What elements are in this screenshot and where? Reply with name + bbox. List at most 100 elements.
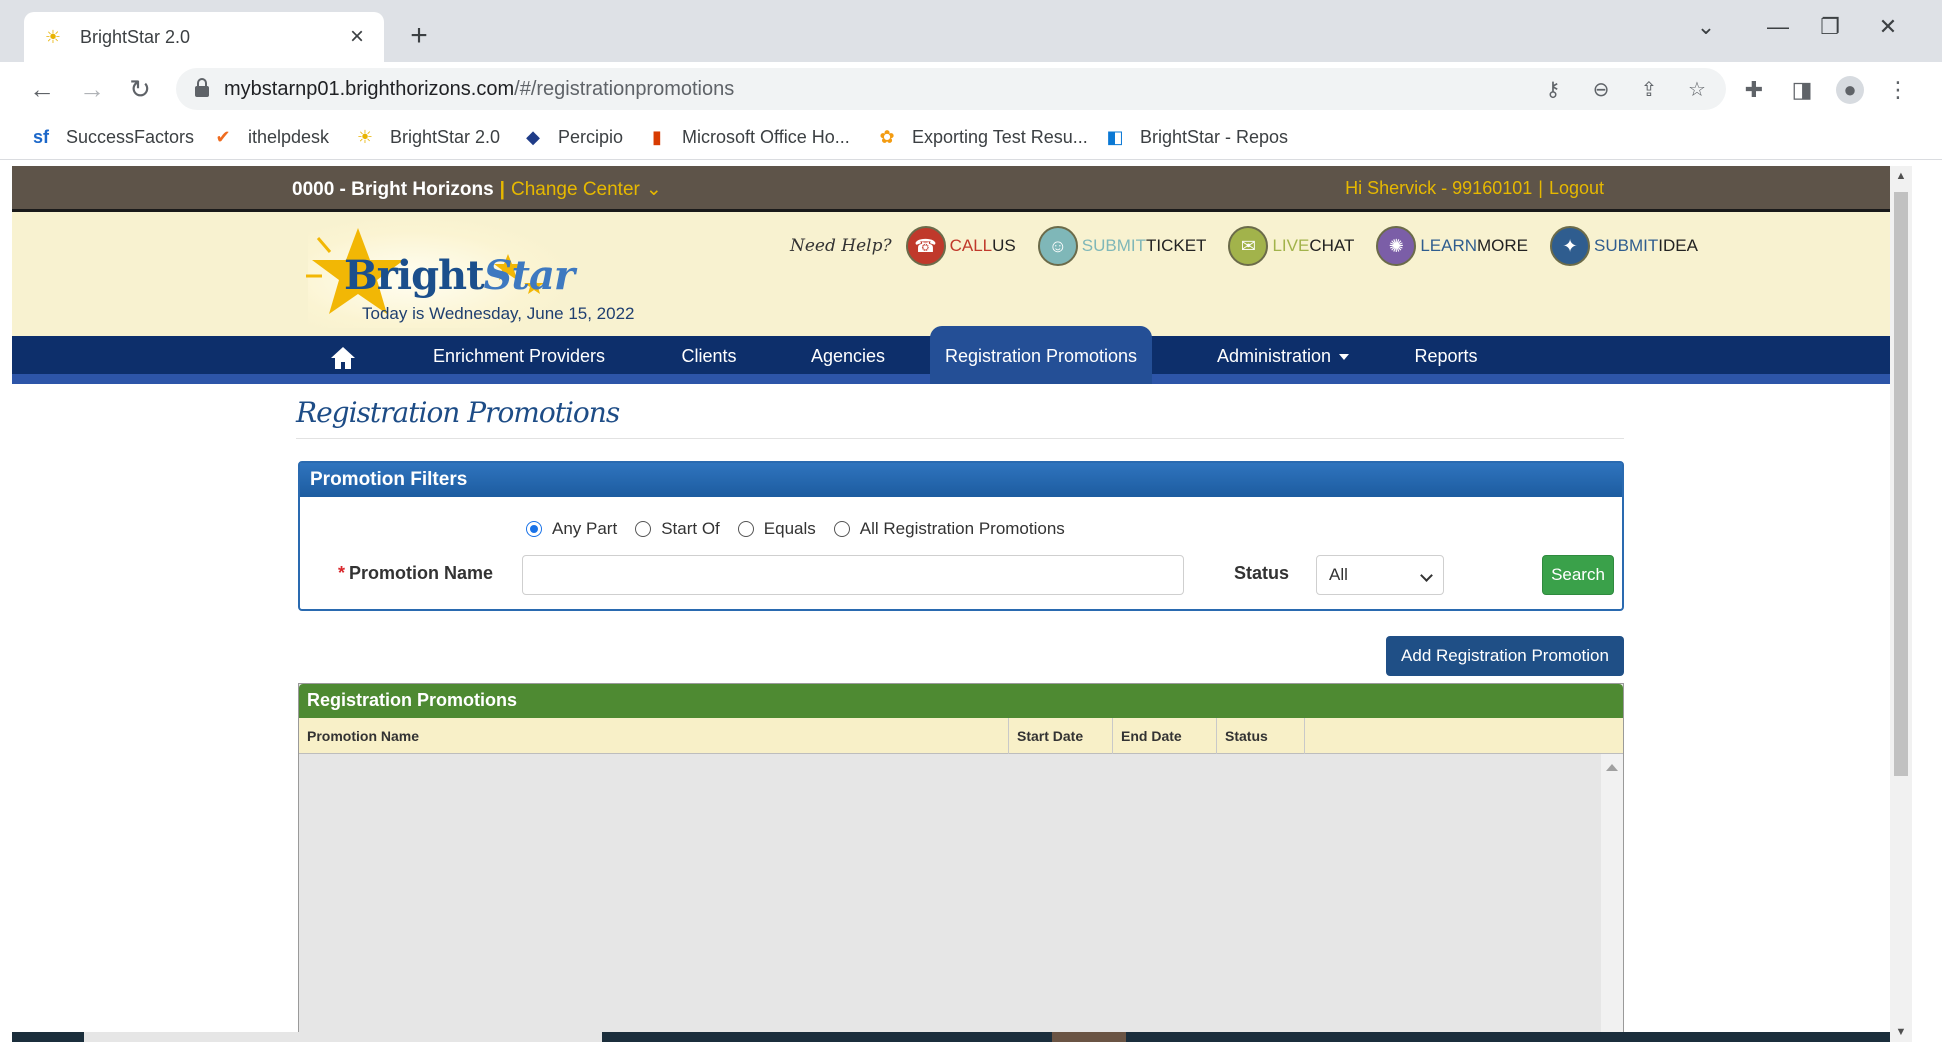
promotion-name-label: * Promotion Name xyxy=(338,563,494,583)
exporting-icon: ✿ xyxy=(879,127,895,147)
percipio-icon: ◆ xyxy=(526,127,540,147)
nav-agencies[interactable]: Agencies xyxy=(798,336,898,384)
address-bar[interactable]: mybstarnp01.brighthorizons.com/#/registr… xyxy=(176,68,1726,110)
menu-kebab-icon[interactable]: ⋮ xyxy=(1884,76,1912,104)
azure-repos-icon: ◧ xyxy=(1106,127,1124,147)
bookmark-brightstar[interactable]: ☀ BrightStar 2.0 xyxy=(354,126,500,148)
close-window-icon[interactable]: ✕ xyxy=(1868,14,1908,40)
chat-icon: ✉ xyxy=(1228,226,1269,266)
submit-idea-link[interactable]: ✦ SUBMIT IDEA xyxy=(1550,226,1698,266)
page-viewport: 0000 - Bright Horizons | Change Center ⌄ Hi… xyxy=(12,166,1912,1042)
person-icon: ☺ xyxy=(1037,226,1078,266)
successfactors-icon: sf xyxy=(32,127,49,147)
nav-reports[interactable]: Reports xyxy=(1406,336,1486,384)
scroll-down-icon[interactable]: ▼ xyxy=(1890,1022,1912,1042)
tab-title: BrightStar 2.0 xyxy=(80,26,191,47)
browser-toolbar: ← → ↻ mybstarnp01.brighthorizons.com/#/r… xyxy=(0,62,1942,116)
grid-header: Registration Promotions xyxy=(299,684,1623,718)
bookmark-percipio[interactable]: ◆ Percipio xyxy=(522,126,623,148)
col-end-date[interactable]: End Date xyxy=(1113,718,1217,754)
share-icon[interactable]: ⇪ xyxy=(1636,77,1662,103)
radio-start-of[interactable]: Start Of xyxy=(635,519,720,539)
col-start-date[interactable]: Start Date xyxy=(1009,718,1113,754)
logout-link[interactable]: Logout xyxy=(1549,178,1604,198)
title-divider xyxy=(296,438,1624,439)
extensions-icon[interactable]: ✚ xyxy=(1740,76,1768,104)
bookmarks-bar: sf SuccessFactors ✔ ithelpdesk ☀ BrightS… xyxy=(0,116,1942,160)
bookmark-star-icon[interactable]: ☆ xyxy=(1684,77,1710,103)
browser-tab[interactable]: ☀ BrightStar 2.0 × xyxy=(24,12,384,62)
zoom-out-icon[interactable]: ⊖ xyxy=(1588,77,1614,103)
bookmark-exporting[interactable]: ✿ Exporting Test Resu... xyxy=(876,126,1087,148)
nav-enrichment-providers[interactable]: Enrichment Providers xyxy=(424,336,614,384)
tab-search-icon[interactable]: ⌄ xyxy=(1686,14,1726,40)
live-chat-link[interactable]: ✉ LIVE CHAT xyxy=(1228,226,1354,266)
submit-ticket-link[interactable]: ☺ SUBMIT TICKET xyxy=(1037,226,1206,266)
radio-checked-icon xyxy=(526,521,542,537)
caret-down-icon xyxy=(1339,354,1350,361)
need-help-label: Need Help? xyxy=(790,236,892,256)
status-label: Status xyxy=(1234,563,1290,583)
col-actions xyxy=(1305,718,1367,754)
call-us-link[interactable]: ☎ CALL US xyxy=(905,226,1016,266)
radio-unchecked-icon xyxy=(737,521,754,537)
page-title: Registration Promotions xyxy=(296,396,620,429)
lock-icon xyxy=(195,78,209,97)
today-date: Today is Wednesday, June 15, 2022 xyxy=(362,304,635,323)
page-scrollbar[interactable]: ▲ ▼ xyxy=(1890,166,1912,1042)
chevron-down-icon[interactable]: ⌄ xyxy=(646,179,662,200)
promotion-filters-panel: Promotion Filters Any Part Start Of Equa… xyxy=(298,461,1624,611)
office-icon: ▮ xyxy=(652,127,662,147)
change-center-link[interactable]: Change Center xyxy=(511,179,640,200)
brand-name: BrightStar xyxy=(344,252,575,299)
add-registration-promotion-button[interactable]: Add Registration Promotion xyxy=(1386,636,1624,676)
nav-registration-promotions[interactable]: Registration Promotions xyxy=(930,326,1152,384)
profile-avatar-icon[interactable]: ● xyxy=(1836,76,1864,104)
bookmark-repos[interactable]: ◧ BrightStar - Repos xyxy=(1104,126,1288,148)
new-tab-icon[interactable]: + xyxy=(402,20,436,54)
radio-all-promotions[interactable]: All Registration Promotions xyxy=(833,519,1065,539)
status-select[interactable]: All xyxy=(1316,555,1444,595)
bottom-strip-light xyxy=(84,1032,602,1042)
learn-more-link[interactable]: ✺ LEARN MORE xyxy=(1376,226,1528,266)
scroll-thumb[interactable] xyxy=(1894,192,1908,776)
tab-close-icon[interactable]: × xyxy=(344,23,370,51)
forward-icon[interactable]: → xyxy=(74,72,110,108)
reload-icon[interactable]: ↻ xyxy=(122,72,158,108)
side-panel-icon[interactable]: ◨ xyxy=(1788,76,1816,104)
radio-equals[interactable]: Equals xyxy=(737,519,816,539)
user-greeting: Hi Shervick - 99160101 | Logout xyxy=(1345,178,1604,198)
restore-icon[interactable]: ❐ xyxy=(1810,14,1850,40)
nav-clients[interactable]: Clients xyxy=(662,336,756,384)
radio-any-part[interactable]: Any Part xyxy=(526,519,617,539)
filters-header: Promotion Filters xyxy=(300,463,1622,497)
learn-icon: ✺ xyxy=(1376,226,1417,266)
center-bar: 0000 - Bright Horizons | Change Center ⌄ Hi… xyxy=(12,166,1890,212)
help-links: Need Help? ☎ CALL US ☺ SUBMIT TICKET ✉ L… xyxy=(790,224,1720,268)
main-nav: Enrichment Providers Clients Agencies Re… xyxy=(12,326,1890,384)
radio-unchecked-icon xyxy=(635,521,652,537)
back-icon[interactable]: ← xyxy=(24,72,60,108)
checkmark-icon: ✔ xyxy=(215,127,231,147)
bookmark-successfactors[interactable]: sf SuccessFactors xyxy=(30,126,194,148)
scroll-up-icon[interactable] xyxy=(1606,764,1618,771)
nav-administration[interactable]: Administration xyxy=(1208,336,1358,384)
bookmark-office[interactable]: ▮ Microsoft Office Ho... xyxy=(646,126,850,148)
col-status[interactable]: Status xyxy=(1217,718,1305,754)
grid-scrollbar[interactable] xyxy=(1601,754,1623,1042)
header-banner: BrightStar Today is Wednesday, June 15, … xyxy=(12,212,1890,336)
brightstar-favicon-icon: ☀ xyxy=(44,27,62,47)
col-promotion-name[interactable]: Promotion Name xyxy=(299,718,1009,754)
minimize-icon[interactable]: — xyxy=(1758,14,1798,40)
bookmark-ithelpdesk[interactable]: ✔ ithelpdesk xyxy=(212,126,329,148)
scroll-up-icon[interactable]: ▲ xyxy=(1890,166,1912,186)
bottom-strip-brown xyxy=(1052,1032,1126,1042)
search-button[interactable]: Search xyxy=(1542,555,1614,595)
url-text: mybstarnp01.brighthorizons.com/#/registr… xyxy=(224,78,735,100)
key-icon[interactable]: ⚷ xyxy=(1540,77,1566,103)
required-mark: * xyxy=(338,563,346,583)
match-mode-radios: Any Part Start Of Equals All Registratio… xyxy=(526,519,1083,539)
home-icon[interactable] xyxy=(330,346,356,370)
center-name: 0000 - Bright Horizons | Change Center ⌄ xyxy=(292,179,662,200)
promotion-name-input[interactable] xyxy=(522,555,1184,595)
